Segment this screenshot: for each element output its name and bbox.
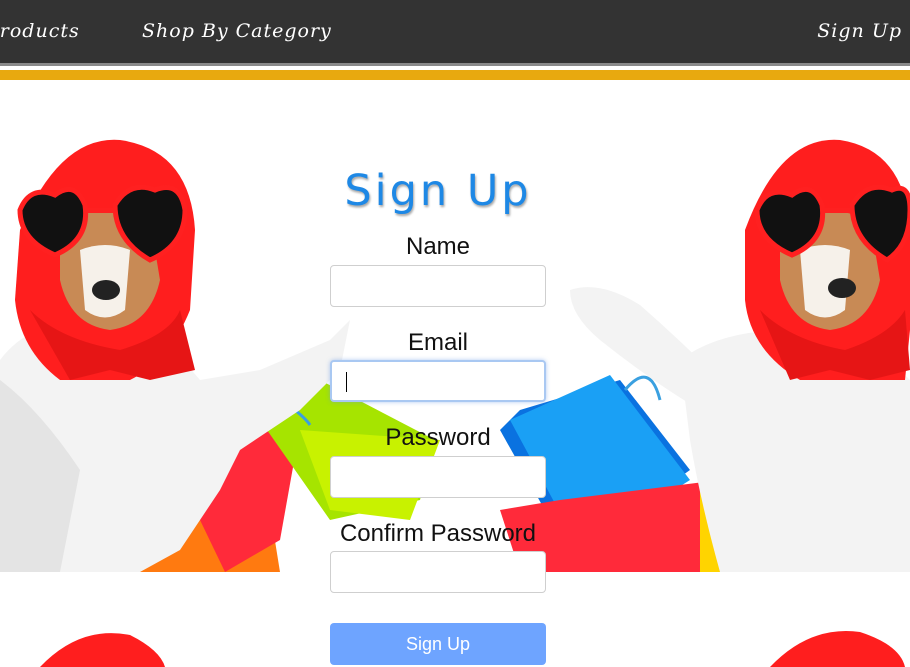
name-input[interactable] (330, 265, 546, 307)
signup-page: Products Shop By Category Sign Up Sign U… (0, 0, 910, 667)
nav-sign-up-link[interactable]: Sign Up (817, 20, 902, 42)
text-cursor (346, 372, 347, 392)
navbar-accent-stripe (0, 70, 910, 80)
top-navbar: Products Shop By Category Sign Up (0, 0, 910, 66)
sign-up-button[interactable]: Sign Up (330, 623, 546, 665)
form-title: Sign Up (344, 166, 532, 216)
nav-shop-by-category-link[interactable]: Shop By Category (142, 20, 332, 42)
nav-products-link[interactable]: Products (0, 20, 80, 42)
confirm-password-label: Confirm Password (339, 520, 537, 547)
password-label: Password (385, 424, 491, 451)
confirm-password-input[interactable] (330, 551, 546, 593)
email-input[interactable] (330, 360, 546, 402)
password-input[interactable] (330, 456, 546, 498)
email-label: Email (407, 329, 468, 356)
name-label: Name (405, 233, 471, 260)
